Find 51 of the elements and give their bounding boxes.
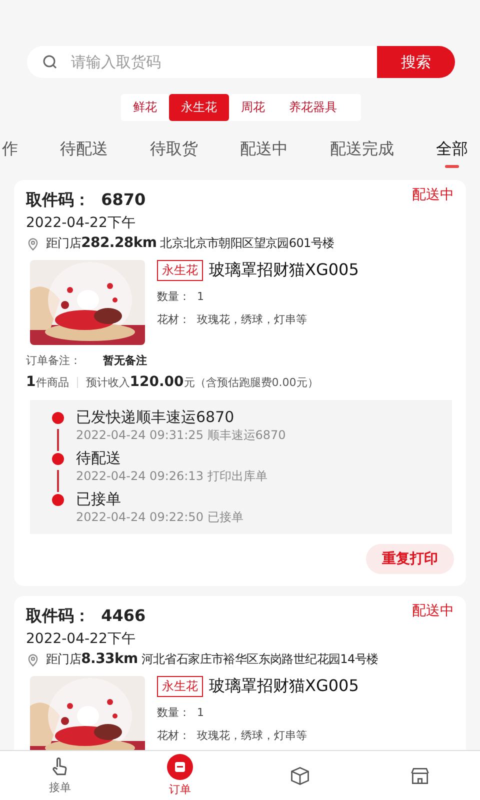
status-tab[interactable]: 待取货 xyxy=(150,133,198,168)
timeline-dot xyxy=(52,412,64,424)
category-tab[interactable]: 养花器具 xyxy=(277,94,349,121)
status-tab[interactable]: 配送中 xyxy=(240,133,288,168)
timeline-detail: 2022-04-24 09:31:25 顺丰速运6870 xyxy=(76,427,287,444)
income-text: 预计收入120.00元（含预估跑腿费0.00元） xyxy=(86,374,318,390)
order-status: 配送中 xyxy=(412,186,454,204)
product-name: 玻璃罩招财猫XG005 xyxy=(209,260,359,281)
search-field[interactable]: 请输入取货码 搜索 xyxy=(27,46,455,78)
timeline-line xyxy=(57,470,59,492)
search-icon xyxy=(41,53,59,71)
order-status: 配送中 xyxy=(412,602,454,620)
materials-text: 花材： 玫瑰花，绣球，灯串等 xyxy=(157,728,308,743)
product-name: 玻璃罩招财猫XG005 xyxy=(209,676,359,697)
quantity-text: 数量： 1 xyxy=(157,289,205,304)
timeline-dot xyxy=(52,453,64,465)
item-count: 1件商品 xyxy=(26,374,69,390)
timeline-line xyxy=(57,429,59,451)
materials-text: 花材： 玫瑰花，绣球，灯串等 xyxy=(157,312,308,327)
reprint-button[interactable]: 重复打印 xyxy=(366,544,454,574)
nav-tab[interactable]: 订单 xyxy=(120,751,240,800)
location-pin-icon xyxy=(26,236,40,250)
remark-label: 订单备注： xyxy=(26,353,81,368)
document-icon xyxy=(167,754,193,780)
remark-value: 暂无备注 xyxy=(103,353,147,368)
category-tab[interactable]: 周花 xyxy=(229,94,277,121)
timeline-title: 待配送 xyxy=(76,449,122,468)
timeline-detail: 2022-04-24 09:26:13 打印出库单 xyxy=(76,468,268,485)
category-tab[interactable]: 鲜花 xyxy=(121,94,169,121)
category-tag: 永生花 xyxy=(157,676,203,697)
timeline-title: 已发快递顺丰速运6870 xyxy=(76,408,236,427)
status-tab[interactable]: 配送完成 xyxy=(330,133,394,168)
category-tag: 永生花 xyxy=(157,260,203,281)
box-icon xyxy=(289,764,311,786)
timeline-dot xyxy=(52,494,64,506)
status-tab[interactable]: 作 xyxy=(2,133,18,168)
pickup-code: 取件码： 4466 xyxy=(26,606,146,627)
category-tab[interactable]: 永生花 xyxy=(169,94,229,121)
timeline-detail: 2022-04-24 09:22:50 已接单 xyxy=(76,509,244,526)
distance-address: 距门店282.28km 北京北京市朝阳区望京园601号楼 xyxy=(46,235,334,252)
order-date: 2022-04-22下午 xyxy=(26,630,136,648)
quantity-text: 数量： 1 xyxy=(157,705,205,720)
status-tab[interactable]: 待配送 xyxy=(60,133,108,168)
search-button[interactable]: 搜索 xyxy=(377,46,455,78)
distance-address: 距门店8.33km 河北省石家庄市裕华区东岗路世纪花园14号楼 xyxy=(46,651,378,668)
status-tab[interactable]: 全部 xyxy=(436,133,468,168)
order-date: 2022-04-22下午 xyxy=(26,214,136,232)
timeline-title: 已接单 xyxy=(76,490,122,509)
pickup-code: 取件码： 6870 xyxy=(26,190,146,211)
nav-tab[interactable]: 接单 xyxy=(0,751,120,800)
location-pin-icon xyxy=(26,652,40,666)
